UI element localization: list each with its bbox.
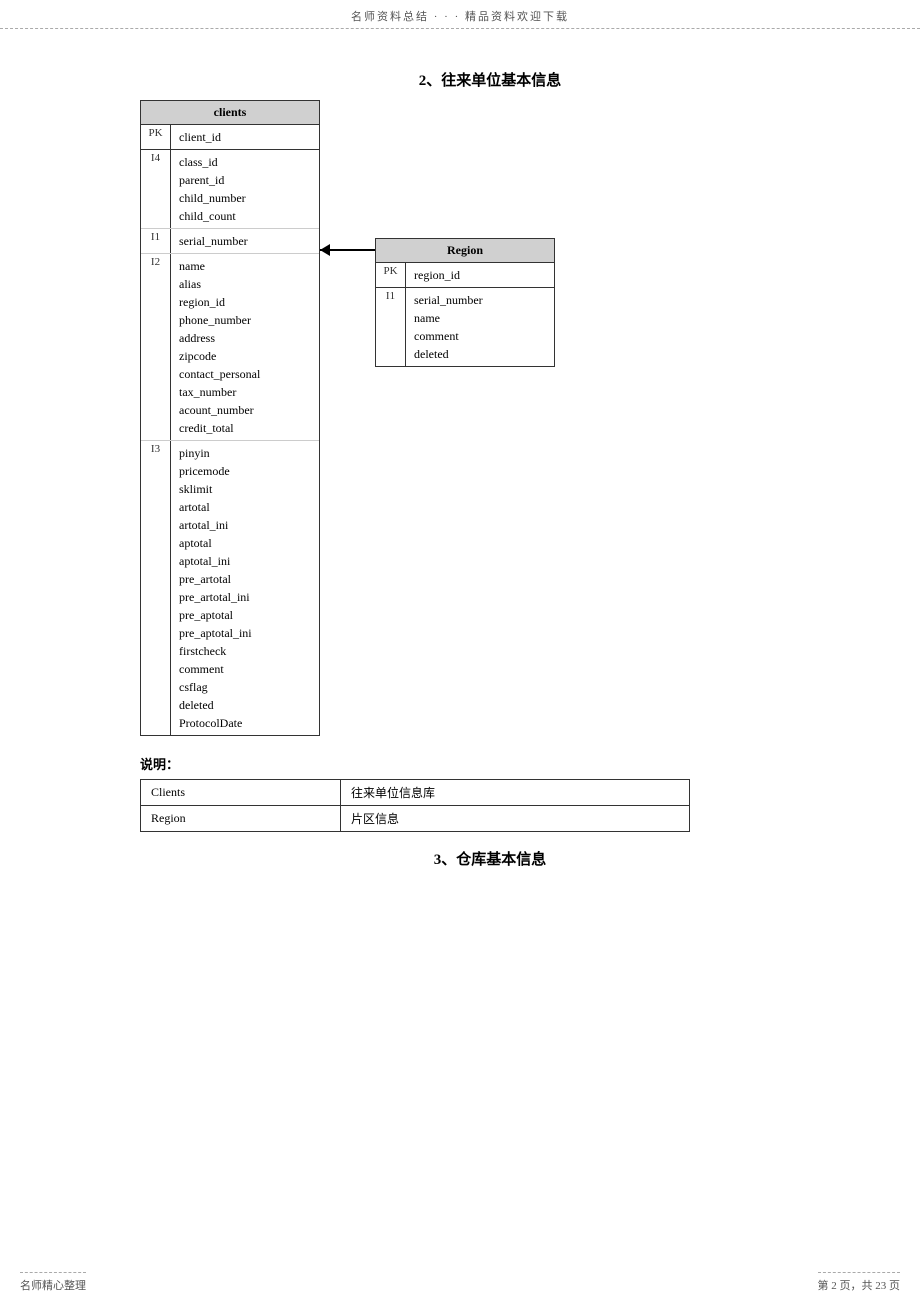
field-tax_number: tax_number — [179, 383, 260, 401]
field-firstcheck: firstcheck — [179, 642, 252, 660]
field-pre_aptotal: pre_aptotal — [179, 606, 252, 624]
clients-pk-fields: client_id — [171, 125, 229, 149]
clients-i1-fields: serial_number — [171, 229, 256, 253]
field-serial_number: serial_number — [179, 232, 248, 250]
region-pk-fields: region_id — [406, 263, 468, 287]
region-pk-field: region_id — [414, 266, 460, 284]
field-region_id: region_id — [179, 293, 260, 311]
footer-right: 第 2 页，共 23 页 — [818, 1272, 901, 1293]
explanation-region-name: Region — [141, 806, 341, 832]
clients-i3-key: I3 — [141, 441, 171, 735]
field-alias: alias — [179, 275, 260, 293]
arrow-container — [320, 238, 375, 262]
clients-i2-row: I2 name alias region_id phone_number add… — [141, 254, 319, 441]
region-i1-fields: serial_number name comment deleted — [406, 288, 491, 366]
explanation-title: 说明： — [140, 754, 840, 773]
field-name: name — [179, 257, 260, 275]
diagram-area: clients PK client_id I4 class_id parent_… — [80, 100, 840, 736]
arrow-line — [320, 249, 375, 251]
region-field-serial_number: serial_number — [414, 291, 483, 309]
field-csflag: csflag — [179, 678, 252, 696]
region-i1-row: I1 serial_number name comment deleted — [376, 288, 554, 366]
clients-i4-fields: class_id parent_id child_number child_co… — [171, 150, 254, 228]
field-artotal: artotal — [179, 498, 252, 516]
field-aptotal: aptotal — [179, 534, 252, 552]
region-pk-row: PK region_id — [376, 263, 554, 288]
field-class_id: class_id — [179, 153, 246, 171]
field-pre_artotal: pre_artotal — [179, 570, 252, 588]
field-credit_total: credit_total — [179, 419, 260, 437]
clients-table: clients PK client_id I4 class_id parent_… — [140, 100, 320, 736]
field-ProtocolDate: ProtocolDate — [179, 714, 252, 732]
clients-i1-key: I1 — [141, 229, 171, 253]
clients-i4-row: I4 class_id parent_id child_number child… — [141, 150, 319, 229]
field-deleted: deleted — [179, 696, 252, 714]
explanation-row-region: Region 片区信息 — [141, 806, 690, 832]
region-pk-key: PK — [376, 263, 406, 287]
header-text: 名师资料总结 · · · 精品资料欢迎下载 — [351, 11, 569, 23]
clients-i1-row: I1 serial_number — [141, 229, 319, 254]
clients-i3-fields: pinyin pricemode sklimit artotal artotal… — [171, 441, 260, 735]
section2-title: 2、往来单位基本信息 — [140, 69, 840, 90]
clients-i2-key: I2 — [141, 254, 171, 440]
clients-i4-key: I4 — [141, 150, 171, 228]
arrowhead-left — [320, 244, 330, 256]
region-i1-key: I1 — [376, 288, 406, 366]
field-sklimit: sklimit — [179, 480, 252, 498]
region-field-comment: comment — [414, 327, 483, 345]
field-aptotal_ini: aptotal_ini — [179, 552, 252, 570]
field-acount_number: acount_number — [179, 401, 260, 419]
clients-i3-row: I3 pinyin pricemode sklimit artotal arto… — [141, 441, 319, 735]
region-table-header: Region — [376, 239, 554, 263]
footer-left: 名师精心整理 — [20, 1272, 86, 1293]
page-content: 2、往来单位基本信息 clients PK client_id I4 class… — [0, 29, 920, 909]
explanation-row-clients: Clients 往来单位信息库 — [141, 780, 690, 806]
page-header: 名师资料总结 · · · 精品资料欢迎下载 — [0, 0, 920, 29]
field-child_count: child_count — [179, 207, 246, 225]
field-artotal_ini: artotal_ini — [179, 516, 252, 534]
explanation-clients-desc: 往来单位信息库 — [341, 780, 690, 806]
field-pinyin: pinyin — [179, 444, 252, 462]
field-contact_personal: contact_personal — [179, 365, 260, 383]
region-table: Region PK region_id I1 serial_number nam… — [375, 238, 555, 367]
arrow-region-container: Region PK region_id I1 serial_number nam… — [320, 238, 555, 367]
section3-title: 3、仓库基本信息 — [140, 848, 840, 869]
region-field-name: name — [414, 309, 483, 327]
explanation-clients-name: Clients — [141, 780, 341, 806]
clients-i2-fields: name alias region_id phone_number addres… — [171, 254, 268, 440]
field-comment: comment — [179, 660, 252, 678]
clients-pk-row: PK client_id — [141, 125, 319, 150]
clients-table-header: clients — [141, 101, 319, 125]
page-footer: 名师精心整理 第 2 页，共 23 页 — [0, 1272, 920, 1293]
field-zipcode: zipcode — [179, 347, 260, 365]
field-pre_aptotal_ini: pre_aptotal_ini — [179, 624, 252, 642]
field-child_number: child_number — [179, 189, 246, 207]
field-pricemode: pricemode — [179, 462, 252, 480]
field-pre_artotal_ini: pre_artotal_ini — [179, 588, 252, 606]
clients-pk-key: PK — [141, 125, 171, 149]
field-address: address — [179, 329, 260, 347]
field-phone_number: phone_number — [179, 311, 260, 329]
explanation-table: Clients 往来单位信息库 Region 片区信息 — [140, 779, 690, 832]
field-parent_id: parent_id — [179, 171, 246, 189]
clients-pk-field: client_id — [179, 128, 221, 146]
region-field-deleted: deleted — [414, 345, 483, 363]
explanation-region-desc: 片区信息 — [341, 806, 690, 832]
explanation-section: 说明： Clients 往来单位信息库 Region 片区信息 — [140, 754, 840, 832]
